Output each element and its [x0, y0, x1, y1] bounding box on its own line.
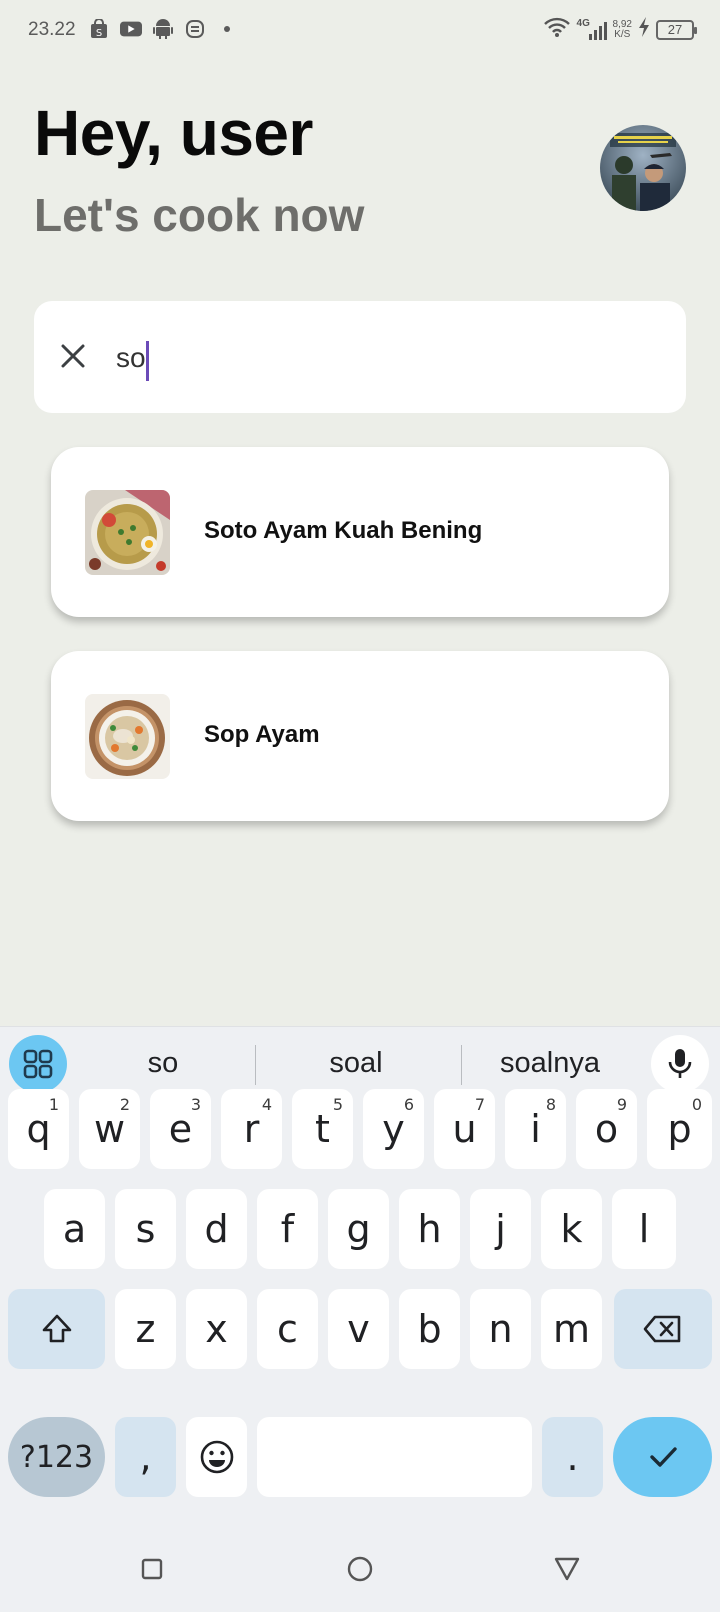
key-hint: 3: [190, 1095, 201, 1114]
key-l[interactable]: l: [612, 1189, 676, 1269]
result-card[interactable]: Sop Ayam: [51, 651, 669, 821]
clear-search-icon[interactable]: [58, 341, 88, 371]
soft-keyboard: so soal soalnya q1 w2 e3 r4 t5 y6 u7 i8 …: [0, 1026, 720, 1612]
key-label: q: [26, 1107, 51, 1151]
shopping-bag-icon: S: [88, 18, 110, 40]
app-notification-icon: [184, 18, 206, 40]
key-f[interactable]: f: [257, 1189, 318, 1269]
key-label: e: [168, 1107, 193, 1151]
emoji-key[interactable]: [186, 1417, 247, 1497]
key-r[interactable]: r4: [221, 1089, 282, 1169]
key-y[interactable]: y6: [363, 1089, 424, 1169]
key-label: i: [530, 1107, 541, 1151]
key-hint: 7: [474, 1095, 485, 1114]
checkmark-icon: [649, 1447, 677, 1467]
key-q[interactable]: q1: [8, 1089, 69, 1169]
key-u[interactable]: u7: [434, 1089, 495, 1169]
shift-arrow-icon: [42, 1314, 71, 1343]
key-g[interactable]: g: [328, 1189, 389, 1269]
home-circle-icon[interactable]: [343, 1552, 377, 1586]
suggestion-item[interactable]: so: [83, 1047, 243, 1080]
suggestion-divider: [461, 1045, 462, 1085]
key-d[interactable]: d: [186, 1189, 247, 1269]
period-key[interactable]: .: [542, 1417, 603, 1497]
key-label: t: [315, 1107, 330, 1151]
shift-key[interactable]: [8, 1289, 105, 1369]
suggestion-item[interactable]: soalnya: [470, 1047, 630, 1080]
text-cursor: [146, 341, 149, 381]
key-hint: 4: [261, 1095, 272, 1114]
key-p[interactable]: p0: [647, 1089, 712, 1169]
wifi-icon: [543, 16, 571, 43]
done-key[interactable]: [613, 1417, 712, 1497]
profile-avatar[interactable]: [600, 125, 686, 211]
key-hint: 1: [48, 1095, 59, 1114]
space-bar[interactable]: [257, 1417, 532, 1497]
more-notifications-dot-icon: [216, 18, 238, 40]
key-c[interactable]: c: [257, 1289, 318, 1369]
recent-apps-square-icon[interactable]: [135, 1552, 169, 1586]
suggestion-item[interactable]: soal: [276, 1047, 436, 1080]
recipe-thumbnail: [85, 490, 170, 575]
key-e[interactable]: e3: [150, 1089, 211, 1169]
key-v[interactable]: v: [328, 1289, 389, 1369]
battery-indicator: 27: [656, 19, 697, 40]
youtube-icon: [120, 18, 142, 40]
key-s[interactable]: s: [115, 1189, 176, 1269]
greeting-title: Hey, user: [34, 97, 313, 169]
android-icon: [152, 18, 174, 40]
key-hint: 9: [616, 1095, 627, 1114]
key-label: r: [243, 1107, 260, 1151]
key-t[interactable]: t5: [292, 1089, 353, 1169]
greeting-subtitle: Let's cook now: [34, 189, 365, 241]
recipe-thumbnail: [85, 694, 170, 779]
status-time: 23.22: [28, 19, 76, 40]
suggestion-divider: [255, 1045, 256, 1085]
emoji-smiley-icon: [200, 1440, 233, 1474]
key-hint: 2: [119, 1095, 130, 1114]
key-label: p: [667, 1107, 692, 1151]
key-i[interactable]: i8: [505, 1089, 566, 1169]
svg-text:S: S: [96, 28, 102, 39]
key-j[interactable]: j: [470, 1189, 531, 1269]
recipe-title: Sop Ayam: [204, 721, 320, 748]
microphone-icon[interactable]: [651, 1035, 709, 1093]
key-x[interactable]: x: [186, 1289, 247, 1369]
network-speed-unit: K/S: [614, 28, 631, 40]
result-card[interactable]: Soto Ayam Kuah Bening: [51, 447, 669, 617]
key-label: o: [594, 1107, 619, 1151]
search-input[interactable]: [116, 331, 656, 385]
notification-icons: S: [88, 18, 238, 40]
key-hint: 0: [691, 1095, 702, 1114]
key-label: y: [382, 1107, 405, 1151]
network-speed: 8,92 K/S: [613, 19, 632, 40]
search-bar: [34, 301, 686, 413]
recipe-title: Soto Ayam Kuah Bening: [204, 517, 483, 544]
status-bar: 23.22 S 4G 8,92 K/S 27: [0, 0, 720, 60]
system-status-icons: 4G 8,92 K/S 27: [543, 16, 697, 43]
key-m[interactable]: m: [541, 1289, 602, 1369]
key-b[interactable]: b: [399, 1289, 460, 1369]
keyboard-suggestion-bar: so soal soalnya: [0, 1027, 720, 1097]
key-a[interactable]: a: [44, 1189, 105, 1269]
key-n[interactable]: n: [470, 1289, 531, 1369]
key-z[interactable]: z: [115, 1289, 176, 1369]
key-hint: 5: [332, 1095, 343, 1114]
backspace-icon: [643, 1315, 681, 1343]
key-w[interactable]: w2: [79, 1089, 140, 1169]
key-k[interactable]: k: [541, 1189, 602, 1269]
key-o[interactable]: o9: [576, 1089, 637, 1169]
charging-bolt-icon: [638, 17, 650, 42]
key-hint: 8: [545, 1095, 556, 1114]
back-triangle-icon[interactable]: [550, 1552, 584, 1586]
comma-key[interactable]: ,: [115, 1417, 176, 1497]
key-label: u: [452, 1107, 477, 1151]
system-navigation-bar: [0, 1530, 720, 1612]
cell-signal-icon: 4G: [577, 18, 607, 42]
key-h[interactable]: h: [399, 1189, 460, 1269]
symbols-key[interactable]: ?123: [8, 1417, 105, 1497]
backspace-key[interactable]: [614, 1289, 712, 1369]
keyboard-apps-grid-icon[interactable]: [9, 1035, 67, 1093]
key-hint: 6: [403, 1095, 414, 1114]
